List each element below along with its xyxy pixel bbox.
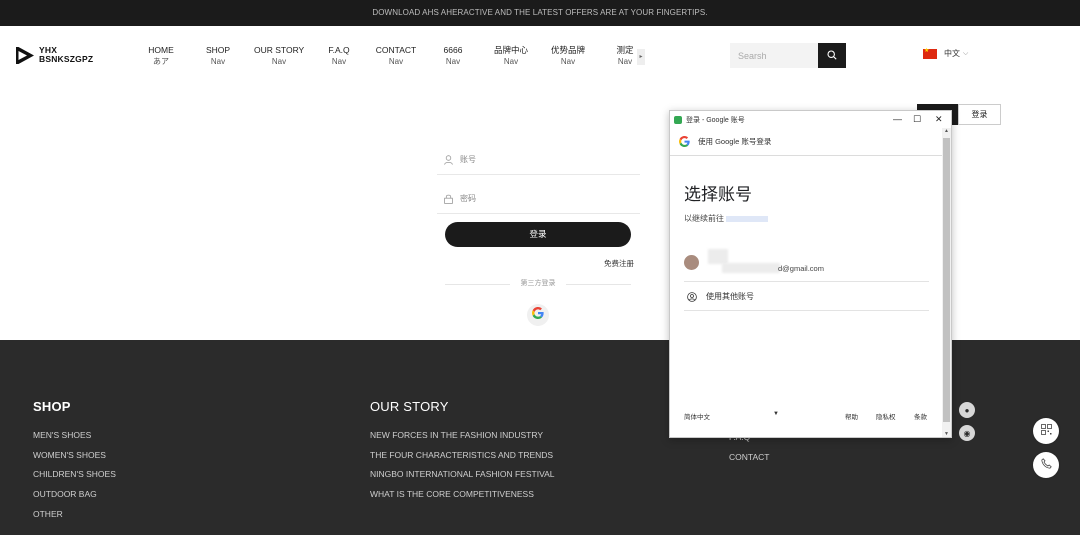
redacted-name [708, 249, 728, 264]
continue-to-text: 以继续前往 [684, 213, 768, 224]
nav-item-test[interactable]: 测定 Nav [616, 45, 634, 67]
nav-item-home[interactable]: HOME あア [147, 45, 175, 67]
site-logo[interactable]: YHX BSNKSZGPZ [16, 46, 93, 64]
login-submit-button[interactable]: 登录 [445, 222, 631, 247]
nav-item-6666[interactable]: 6666 Nav [442, 45, 464, 67]
privacy-link[interactable]: 隐私权 [876, 411, 896, 421]
google-signin-popup: 登录 - Google 账号 — ☐ ✕ 使用 Google 账号登录 ▲ ▼ … [669, 110, 952, 438]
nav-item-brand-center[interactable]: 品牌中心 Nav [493, 45, 529, 67]
weibo-icon[interactable]: ◉ [959, 425, 975, 441]
dropdown-arrow-icon[interactable]: ▼ [773, 411, 779, 417]
username-placeholder: 账号 [460, 155, 476, 164]
footer-link[interactable]: THE FOUR CHARACTERISTICS AND TRENDS [370, 450, 555, 460]
footer-story-column: OUR STORY NEW FORCES IN THE FASHION INDU… [370, 399, 555, 510]
favicon-icon [674, 115, 682, 124]
popup-scrollbar[interactable]: ▲ ▼ [942, 128, 951, 437]
footer-help-column: F.A.Q CONTACT [729, 433, 769, 472]
register-link[interactable]: 免费注册 [604, 258, 634, 269]
minimize-icon[interactable]: — [893, 113, 902, 125]
scroll-up-icon[interactable]: ▲ [942, 128, 951, 134]
help-link[interactable]: 帮助 [845, 411, 858, 421]
logo-mark-icon [16, 46, 34, 64]
nav-item-advantage-brand[interactable]: 优势品牌 Nav [550, 45, 586, 67]
account-option[interactable]: d@gmail.com [684, 249, 929, 282]
announcement-text: DOWNLOAD AHS AHERACTIVE AND THE LATEST O… [372, 8, 708, 17]
account-email: d@gmail.com [778, 264, 824, 273]
footer-link[interactable]: NEW FORCES IN THE FASHION INDUSTRY [370, 431, 555, 440]
scroll-down-icon[interactable]: ▼ [942, 431, 951, 437]
third-party-divider: 第三方登录 [445, 279, 631, 289]
nav-item-shop[interactable]: SHOP Nav [205, 45, 231, 67]
account-circle-icon [687, 291, 697, 302]
header-login-button[interactable]: 登录 [958, 104, 1001, 125]
password-field[interactable]: 密码 [437, 184, 640, 214]
footer-shop-title: SHOP [33, 399, 71, 414]
footer-link[interactable]: MEN'S SHOES [33, 431, 116, 440]
logo-line-2: BSNKSZGPZ [39, 54, 94, 64]
search-button[interactable] [818, 43, 846, 68]
search-input[interactable] [730, 43, 819, 68]
avatar [684, 255, 699, 270]
nav-item-contact[interactable]: CONTACT Nav [375, 45, 417, 67]
nav-item-faq[interactable]: F.A.Q Nav [327, 45, 351, 67]
popup-header: 使用 Google 账号登录 [670, 128, 943, 156]
phone-icon [1040, 456, 1052, 474]
nav-item-our-story[interactable]: OUR STORY Nav [254, 45, 304, 67]
language-label: 中文 [944, 49, 960, 58]
close-icon[interactable]: ✕ [935, 113, 943, 125]
use-other-account-label: 使用其他账号 [706, 292, 754, 301]
third-party-label: 第三方登录 [520, 280, 556, 287]
qr-code-button[interactable] [1033, 418, 1059, 444]
footer-link[interactable]: OUTDOOR BAG [33, 490, 116, 499]
maximize-icon[interactable]: ☐ [913, 113, 921, 125]
wechat-icon[interactable]: ● [959, 402, 975, 418]
popup-window-title: 登录 - Google 账号 [686, 116, 745, 124]
footer-link[interactable]: WHAT IS THE CORE COMPETITIVENESS [370, 490, 555, 499]
footer-story-title: OUR STORY [370, 399, 449, 414]
search-icon [827, 47, 837, 65]
google-icon [532, 306, 544, 324]
chevron-down-icon: ⌵ [963, 49, 969, 57]
footer-link[interactable]: OTHER [33, 509, 116, 519]
announcement-bar: DOWNLOAD AHS AHERACTIVE AND THE LATEST O… [0, 0, 1080, 26]
site-header: YHX BSNKSZGPZ HOME あア SHOP Nav OUR STORY Na… [0, 26, 1080, 86]
redacted-site [726, 215, 768, 222]
footer-link[interactable]: NINGBO INTERNATIONAL FASHION FESTIVAL [370, 470, 555, 479]
popup-titlebar: 登录 - Google 账号 [670, 111, 953, 128]
china-flag-icon [923, 47, 937, 59]
user-icon [444, 154, 454, 165]
google-login-button[interactable] [527, 304, 549, 326]
footer-link[interactable]: WOMEN'S SHOES [33, 450, 116, 460]
popup-header-text: 使用 Google 账号登录 [698, 137, 772, 146]
google-icon [679, 136, 690, 147]
footer-shop-column: SHOP MEN'S SHOES WOMEN'S SHOES CHILDREN'… [33, 399, 116, 529]
footer-link[interactable]: CHILDREN'S SHOES [33, 470, 116, 479]
terms-link[interactable]: 条款 [914, 411, 927, 421]
nav-scroll-arrow-icon[interactable]: ▸ [637, 49, 645, 65]
language-dropdown[interactable]: 简体中文 [684, 411, 710, 421]
language-selector[interactable]: 中文 ⌵ [923, 47, 969, 59]
popup-heading: 选择账号 [684, 185, 752, 204]
redacted-email [722, 263, 780, 273]
footer-link[interactable]: CONTACT [729, 452, 769, 462]
qr-code-icon [1040, 422, 1052, 440]
lock-icon [444, 194, 454, 204]
password-placeholder: 密码 [460, 194, 476, 203]
search-box [730, 43, 846, 68]
scrollbar-thumb[interactable] [943, 138, 950, 422]
phone-button[interactable] [1033, 452, 1059, 478]
use-other-account-option[interactable]: 使用其他账号 [684, 283, 929, 311]
username-field[interactable]: 账号 [437, 145, 640, 175]
